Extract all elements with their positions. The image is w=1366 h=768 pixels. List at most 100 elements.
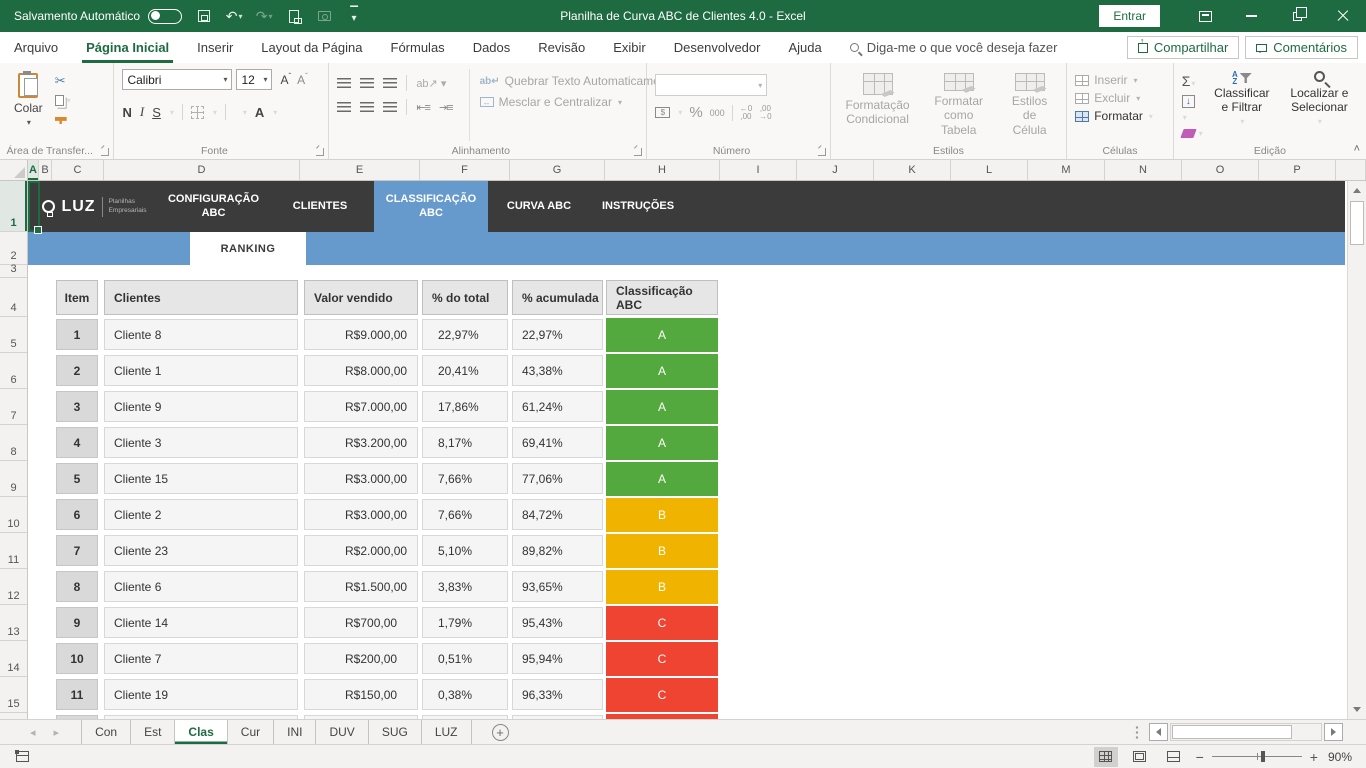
workbook-tab-instrucoes[interactable]: INSTRUÇÕES: [590, 181, 686, 232]
sheet-tab-sug[interactable]: SUG: [369, 720, 422, 744]
zoom-level[interactable]: 90%: [1328, 750, 1352, 764]
normal-view-button[interactable]: [1094, 747, 1118, 767]
row-header-3[interactable]: 3: [0, 265, 27, 278]
splitter-handle[interactable]: [1135, 725, 1139, 739]
font-dialog-launcher-icon[interactable]: [316, 148, 324, 156]
decrease-decimal-icon[interactable]: ,00→0: [759, 105, 771, 121]
close-button[interactable]: [1320, 0, 1366, 32]
paste-button[interactable]: Colar ▾: [8, 69, 49, 141]
sheet-tab-est[interactable]: Est: [131, 720, 175, 744]
accounting-format-icon[interactable]: $: [655, 107, 670, 118]
sheet-tab-duv[interactable]: DUV: [316, 720, 368, 744]
fill-button[interactable]: ↓▾: [1182, 95, 1203, 123]
decrease-indent-icon[interactable]: ⇤≡: [416, 101, 430, 114]
cut-button[interactable]: ✂: [55, 73, 71, 88]
ribbon-tab-layout-da-pagina[interactable]: Layout da Página: [247, 32, 376, 63]
row-header-4[interactable]: 4: [0, 278, 27, 317]
undo-icon[interactable]: ↶▾: [226, 8, 242, 24]
percent-style-icon[interactable]: %: [689, 104, 702, 121]
ribbon-tab-ajuda[interactable]: Ajuda: [774, 32, 835, 63]
sheet-tab-clas[interactable]: Clas: [175, 720, 227, 744]
align-center-icon[interactable]: [360, 102, 374, 112]
horizontal-scrollbar[interactable]: [1135, 723, 1343, 741]
clear-button[interactable]: ▾: [1182, 129, 1203, 138]
scroll-up-button[interactable]: [1348, 181, 1366, 200]
row-header-8[interactable]: 8: [0, 425, 27, 461]
column-header-L[interactable]: L: [951, 160, 1028, 180]
page-break-view-button[interactable]: [1162, 747, 1186, 767]
new-sheet-button[interactable]: +: [492, 724, 509, 741]
row-header-9[interactable]: 9: [0, 461, 27, 497]
column-header-I[interactable]: I: [720, 160, 797, 180]
ribbon-tab-revisao[interactable]: Revisão: [524, 32, 599, 63]
macro-record-icon[interactable]: [16, 751, 29, 762]
increase-decimal-icon[interactable]: ←0,00: [740, 105, 752, 121]
workbook-tab-clientes[interactable]: CLIENTES: [266, 181, 374, 232]
font-name-select[interactable]: Calibri▾: [122, 69, 232, 90]
ribbon-tab-arquivo[interactable]: Arquivo: [0, 32, 72, 63]
alignment-dialog-launcher-icon[interactable]: [634, 148, 642, 156]
row-header-11[interactable]: 11: [0, 533, 27, 569]
zoom-in-button[interactable]: +: [1310, 752, 1318, 762]
comments-button[interactable]: Comentários: [1245, 36, 1358, 59]
copy-button[interactable]: ▾: [55, 93, 71, 108]
row-header-1[interactable]: 1: [0, 181, 27, 232]
workbook-tab-curva-abc[interactable]: CURVA ABC: [488, 181, 590, 232]
ribbon-tab-dados[interactable]: Dados: [459, 32, 525, 63]
collapse-ribbon-icon[interactable]: ˄: [1354, 143, 1360, 155]
subtab-ranking[interactable]: RANKING: [190, 232, 306, 265]
zoom-slider-thumb[interactable]: [1261, 751, 1265, 762]
select-all-corner[interactable]: [0, 160, 28, 180]
sign-in-button[interactable]: Entrar: [1099, 5, 1160, 27]
italic-button[interactable]: I: [140, 104, 144, 120]
workbook-tab-classificacao-abc[interactable]: CLASSIFICAÇÃO ABC: [374, 181, 488, 232]
minimize-button[interactable]: [1228, 0, 1274, 32]
column-header-E[interactable]: E: [300, 160, 420, 180]
align-top-icon[interactable]: [337, 78, 351, 88]
row-header-7[interactable]: 7: [0, 389, 27, 425]
sheet-tab-con[interactable]: Con: [82, 720, 131, 744]
font-color-button[interactable]: A: [255, 105, 264, 120]
row-header-5[interactable]: 5: [0, 317, 27, 353]
row-header-2[interactable]: 2: [0, 232, 27, 265]
scroll-left-button[interactable]: [1149, 723, 1168, 741]
ribbon-tab-inserir[interactable]: Inserir: [183, 32, 247, 63]
sheet-nav-right-icon[interactable]: ▸: [54, 726, 60, 739]
borders-icon[interactable]: [191, 106, 204, 119]
share-button[interactable]: Compartilhar: [1127, 36, 1239, 59]
sort-filter-button[interactable]: AZ Classificar e Filtrar ▾: [1209, 69, 1275, 141]
column-header-D[interactable]: D: [104, 160, 300, 180]
row-header-6[interactable]: 6: [0, 353, 27, 389]
ribbon-tab-exibir[interactable]: Exibir: [599, 32, 660, 63]
increase-indent-icon[interactable]: ⇥≡: [439, 101, 453, 114]
save-icon[interactable]: [196, 8, 212, 24]
format-painter-button[interactable]: [55, 113, 71, 128]
autosave-toggle-group[interactable]: Salvamento Automático: [14, 9, 182, 24]
column-header-P[interactable]: P: [1259, 160, 1336, 180]
decrease-font-icon[interactable]: Aˇ: [297, 72, 308, 87]
sheet-tab-cur[interactable]: Cur: [228, 720, 274, 744]
horizontal-scroll-thumb[interactable]: [1172, 725, 1292, 739]
active-cell-a1[interactable]: [28, 181, 40, 232]
column-header-B[interactable]: B: [39, 160, 52, 180]
column-header-G[interactable]: G: [510, 160, 605, 180]
vertical-scroll-thumb[interactable]: [1350, 201, 1364, 245]
column-header-H[interactable]: H: [605, 160, 720, 180]
sheet-tab-luz[interactable]: LUZ: [422, 720, 472, 744]
align-middle-icon[interactable]: [360, 78, 374, 88]
format-cells-button[interactable]: Formatar▾: [1075, 109, 1153, 123]
sheet-nav-left-icon[interactable]: ◂: [30, 726, 36, 739]
column-header-O[interactable]: O: [1182, 160, 1259, 180]
column-header-A[interactable]: A: [28, 160, 39, 180]
ribbon-display-options-button[interactable]: [1182, 0, 1228, 32]
ribbon-tab-formulas[interactable]: Fórmulas: [377, 32, 459, 63]
column-header-K[interactable]: K: [874, 160, 951, 180]
row-header-15[interactable]: 15: [0, 677, 27, 713]
row-header-12[interactable]: 12: [0, 569, 27, 605]
customize-qat-icon[interactable]: ▔▾: [346, 8, 362, 24]
vertical-scrollbar[interactable]: [1347, 181, 1366, 719]
column-header-M[interactable]: M: [1028, 160, 1105, 180]
column-header-J[interactable]: J: [797, 160, 874, 180]
row-header-10[interactable]: 10: [0, 497, 27, 533]
column-header-C[interactable]: C: [52, 160, 104, 180]
